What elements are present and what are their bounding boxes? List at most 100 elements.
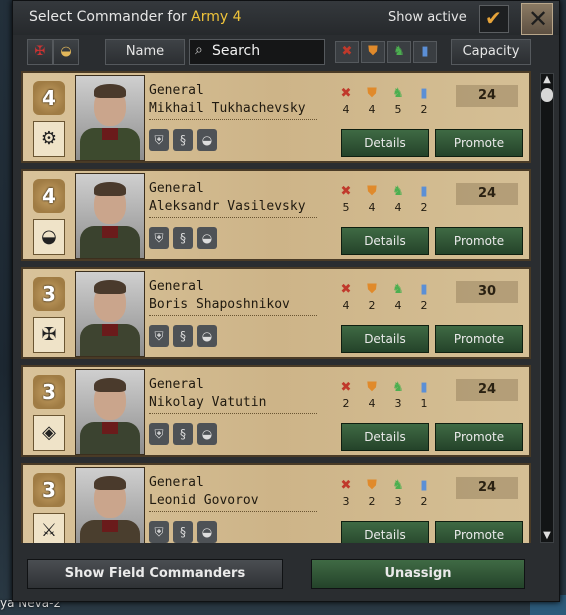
commander-portrait	[75, 173, 145, 259]
commander-rank: General	[149, 377, 204, 392]
planning-stat: ♞ 4	[387, 281, 409, 312]
sort-attack-button[interactable]: ✖	[335, 41, 359, 63]
rank-insignia-icon: ✠	[34, 44, 46, 59]
show-active-checkbox[interactable]: ✔	[479, 5, 509, 33]
rank-level-badge: 3	[33, 473, 65, 507]
sort-capacity-button[interactable]: Capacity	[451, 39, 531, 65]
portrait-hair	[94, 182, 126, 196]
planning-value: 3	[394, 495, 402, 508]
trait-shield-icon[interactable]: ⛨	[149, 227, 169, 249]
rank-level-badge: 4	[33, 179, 65, 213]
commander-stats: ✖ 4 ⛊ 2 ♞ 4 ▮ 2	[335, 281, 431, 321]
scroll-thumb[interactable]	[541, 88, 553, 102]
search-input[interactable]: ⌕ Search	[189, 39, 325, 65]
promote-button[interactable]: Promote	[435, 423, 523, 451]
trait-emblem-icon[interactable]: §	[173, 227, 193, 249]
sort-logistics-button[interactable]: ▮	[413, 41, 437, 63]
planning-stat: ♞ 3	[387, 379, 409, 410]
trait-shield-icon[interactable]: ⛨	[149, 129, 169, 151]
defense-shield-icon: ⛊	[367, 282, 377, 297]
trait-shield-icon[interactable]: ⛨	[149, 423, 169, 445]
logistics-stat: ▮ 2	[413, 477, 435, 508]
commander-portrait	[75, 467, 145, 543]
planning-icon: ♞	[392, 282, 404, 297]
promote-button[interactable]: Promote	[435, 521, 523, 543]
trait-helmet-icon[interactable]: ◒	[197, 129, 217, 151]
commander-card[interactable]: 3 ⚔ General Leonid Govorov ⛨ § ◒ ✖ 3 ⛊ 2	[21, 463, 531, 543]
sort-trait-button[interactable]: ◒	[53, 39, 79, 65]
capacity-value: 24	[456, 477, 518, 499]
scroll-down-icon[interactable]: ▼	[541, 530, 553, 542]
logistics-icon: ▮	[420, 478, 428, 493]
commander-stats: ✖ 3 ⛊ 2 ♞ 3 ▮ 2	[335, 477, 431, 517]
portrait-collar	[102, 226, 118, 238]
commander-stats: ✖ 2 ⛊ 4 ♞ 3 ▮ 1	[335, 379, 431, 419]
planning-stat: ♞ 3	[387, 477, 409, 508]
capacity-value: 24	[456, 183, 518, 205]
show-field-commanders-button[interactable]: Show Field Commanders	[27, 559, 283, 589]
attack-value: 4	[342, 299, 350, 312]
attack-icon: ✖	[341, 44, 353, 59]
commander-rank: General	[149, 279, 204, 294]
trait-emblem-icon[interactable]: §	[173, 521, 193, 543]
details-button[interactable]: Details	[341, 521, 429, 543]
show-active-label: Show active	[388, 10, 467, 25]
planning-value: 4	[394, 201, 402, 214]
promote-button[interactable]: Promote	[435, 325, 523, 353]
trait-shield-icon[interactable]: ⛨	[149, 521, 169, 543]
commander-name: Aleksandr Vasilevsky	[149, 199, 306, 214]
attack-value: 5	[342, 201, 350, 214]
close-button[interactable]: ✕	[521, 3, 553, 35]
portrait-hair	[94, 378, 126, 392]
sort-rank-button[interactable]: ✠	[27, 39, 53, 65]
window-title: Select Commander for Army 4	[29, 9, 242, 25]
rank-level-badge: 3	[33, 277, 65, 311]
defense-shield-icon: ⛊	[367, 380, 377, 395]
logistics-value: 2	[420, 495, 428, 508]
trait-helmet-icon[interactable]: ◒	[197, 423, 217, 445]
trait-emblem-icon[interactable]: §	[173, 325, 193, 347]
planning-icon: ♞	[392, 380, 404, 395]
details-button[interactable]: Details	[341, 325, 429, 353]
army-name: Army 4	[191, 9, 242, 25]
trait-helmet-icon[interactable]: ◒	[197, 521, 217, 543]
commander-stats: ✖ 4 ⛊ 4 ♞ 5 ▮ 2	[335, 85, 431, 125]
portrait-collar	[102, 324, 118, 336]
promote-button[interactable]: Promote	[435, 129, 523, 157]
rank-column: 4 ⚙	[27, 77, 73, 159]
details-button[interactable]: Details	[341, 129, 429, 157]
trait-helmet-icon[interactable]: ◒	[197, 227, 217, 249]
commander-card[interactable]: 3 ✠ General Boris Shaposhnikov ⛨ § ◒ ✖ 4…	[21, 267, 531, 359]
defense-value: 2	[368, 495, 376, 508]
logistics-icon: ▮	[420, 184, 428, 199]
defense-stat: ⛊ 4	[361, 183, 383, 214]
attack-icon: ✖	[340, 380, 352, 395]
trait-helmet-icon[interactable]: ◒	[197, 325, 217, 347]
attack-stat: ✖ 5	[335, 183, 357, 214]
scroll-up-icon[interactable]: ▲	[541, 74, 553, 86]
unassign-button[interactable]: Unassign	[311, 559, 525, 589]
trait-shield-icon[interactable]: ⛨	[149, 325, 169, 347]
details-button[interactable]: Details	[341, 227, 429, 255]
sort-planning-button[interactable]: ♞	[387, 41, 411, 63]
helmet-icon: ◒	[60, 44, 72, 59]
commander-trait-icon: ◒	[33, 219, 65, 255]
commander-name: Mikhail Tukhachevsky	[149, 101, 306, 116]
sort-defense-button[interactable]: ⛊	[361, 41, 385, 63]
trait-emblem-icon[interactable]: §	[173, 423, 193, 445]
details-button[interactable]: Details	[341, 423, 429, 451]
rank-level-badge: 3	[33, 375, 65, 409]
title-bar: Select Commander for Army 4 Show active …	[13, 1, 559, 35]
list-scrollbar[interactable]: ▲ ▼	[540, 73, 554, 543]
commander-card[interactable]: 4 ⚙ General Mikhail Tukhachevsky ⛨ § ◒ ✖…	[21, 71, 531, 163]
checkmark-icon: ✔	[485, 6, 502, 30]
promote-button[interactable]: Promote	[435, 227, 523, 255]
rank-column: 3 ✠	[27, 273, 73, 355]
trait-emblem-icon[interactable]: §	[173, 129, 193, 151]
portrait-collar	[102, 422, 118, 434]
search-placeholder: Search	[212, 43, 261, 59]
sort-name-button[interactable]: Name	[105, 39, 185, 65]
defense-stat: ⛊ 4	[361, 85, 383, 116]
commander-card[interactable]: 3 ◈ General Nikolay Vatutin ⛨ § ◒ ✖ 2 ⛊ …	[21, 365, 531, 457]
commander-card[interactable]: 4 ◒ General Aleksandr Vasilevsky ⛨ § ◒ ✖…	[21, 169, 531, 261]
